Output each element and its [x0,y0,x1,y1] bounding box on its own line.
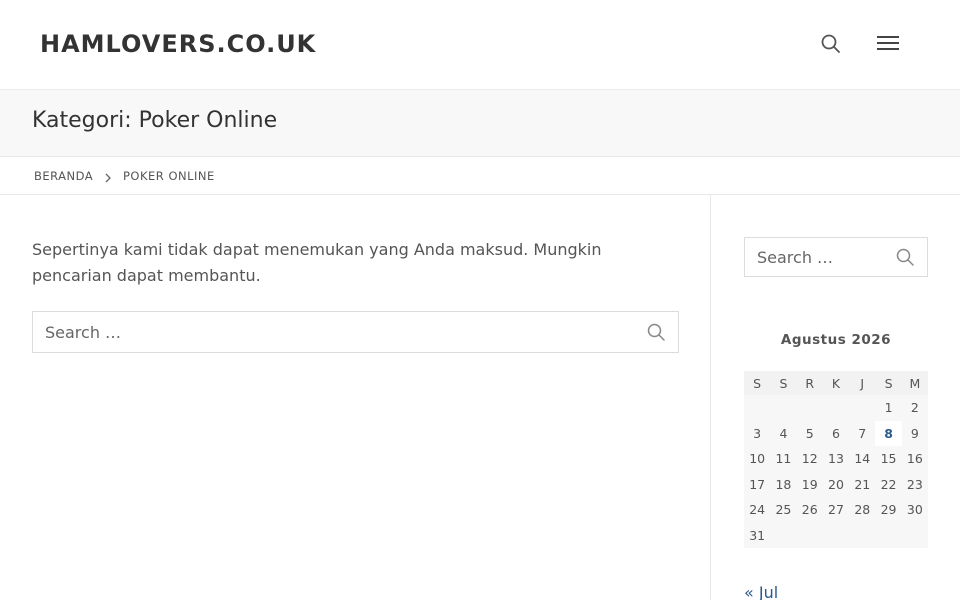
search-icon[interactable] [895,247,915,267]
calendar-day: 28 [849,497,876,523]
calendar-empty-cell [796,395,823,421]
site-header: HAMLOVERS.CO.UK [0,0,960,90]
calendar-caption: Agustus 2026 [780,332,892,348]
calendar-week-row: 12 [744,395,928,421]
calendar-day: 10 [744,446,771,472]
calendar-day: 2 [901,395,928,421]
page-title-bar: Kategori: Poker Online [0,90,960,157]
calendar-table: SSRKJSM 1 2 3 4 5 6 7 8 9 10 11 12 13 14 15 16 17 18 19 20 2… [744,371,928,548]
calendar-day: 26 [796,497,823,523]
calendar-week-row: 3456789 [744,420,928,446]
calendar-weekday: S [744,371,771,395]
calendar-week-row: 17 18 19 20 21 22 23 [744,471,928,497]
calendar-day: 11 [770,446,797,472]
main-content: Sepertinya kami tidak dapat menemukan ya… [0,195,711,600]
search-icon[interactable] [819,32,843,56]
breadcrumb-current: POKER ONLINE [123,169,215,183]
calendar-weekday: K [822,371,850,395]
calendar-empty-cell [822,522,850,548]
calendar-day-link[interactable]: 8 [875,420,902,446]
calendar-day: 27 [822,497,850,523]
calendar-day: 7 [849,420,876,446]
calendar-prev-month-link[interactable]: « Jul [744,583,778,600]
calendar-week-row: 31 [744,522,928,548]
calendar-day: 31 [744,522,771,548]
hamburger-menu-icon[interactable] [875,33,901,55]
breadcrumb-home-link[interactable]: BERANDA [34,169,93,183]
chevron-right-icon [103,169,113,183]
calendar-day: 20 [822,471,850,497]
calendar-empty-cell [875,522,902,548]
calendar-day: 13 [822,446,850,472]
not-found-message: Sepertinya kami tidak dapat menemukan ya… [32,240,602,285]
page-title: Kategori: Poker Online [32,108,278,133]
calendar-day: 17 [744,471,771,497]
calendar-empty-cell [849,395,876,421]
calendar-day: 25 [770,497,797,523]
calendar-day: 12 [796,446,823,472]
sidebar-search-form [744,237,928,277]
calendar-empty-cell [770,395,797,421]
calendar-empty-cell [849,522,876,548]
calendar-empty-cell [796,522,823,548]
calendar-day: 9 [901,420,928,446]
calendar-day: 29 [875,497,902,523]
calendar-day: 14 [849,446,876,472]
calendar-day: 1 [875,395,902,421]
calendar-empty-cell [744,395,771,421]
calendar-weekday: M [901,371,928,395]
calendar-empty-cell [770,522,797,548]
search-icon[interactable] [646,322,666,342]
calendar-day: 16 [901,446,928,472]
calendar-day: 6 [822,420,850,446]
calendar-day: 18 [770,471,797,497]
breadcrumb: BERANDA POKER ONLINE [0,157,960,195]
calendar-day: 24 [744,497,771,523]
calendar-day: 30 [901,497,928,523]
calendar-weekday: S [770,371,797,395]
main-search-form [32,311,679,353]
calendar-week-row: 24 25 26 27 28 29 30 [744,497,928,523]
calendar-empty-cell [822,395,850,421]
calendar-day: 22 [875,471,902,497]
calendar-weekday: R [796,371,823,395]
calendar-week-row: 10 11 12 13 14 15 16 [744,446,928,472]
main-search-input[interactable] [45,312,625,352]
calendar-day: 5 [796,420,823,446]
calendar-day: 3 [744,420,771,446]
calendar-day: 15 [875,446,902,472]
calendar-weekday: J [849,371,876,395]
calendar-weekday: S [875,371,902,395]
calendar-day: 23 [901,471,928,497]
calendar-day: 19 [796,471,823,497]
sidebar-search-input[interactable] [757,238,887,276]
sidebar: Agustus 2026 SSRKJSM 1234567891011121314… [712,195,960,600]
calendar-day: 21 [849,471,876,497]
calendar-day: 4 [770,420,797,446]
site-title[interactable]: HAMLOVERS.CO.UK [40,30,316,58]
calendar-empty-cell [901,522,928,548]
